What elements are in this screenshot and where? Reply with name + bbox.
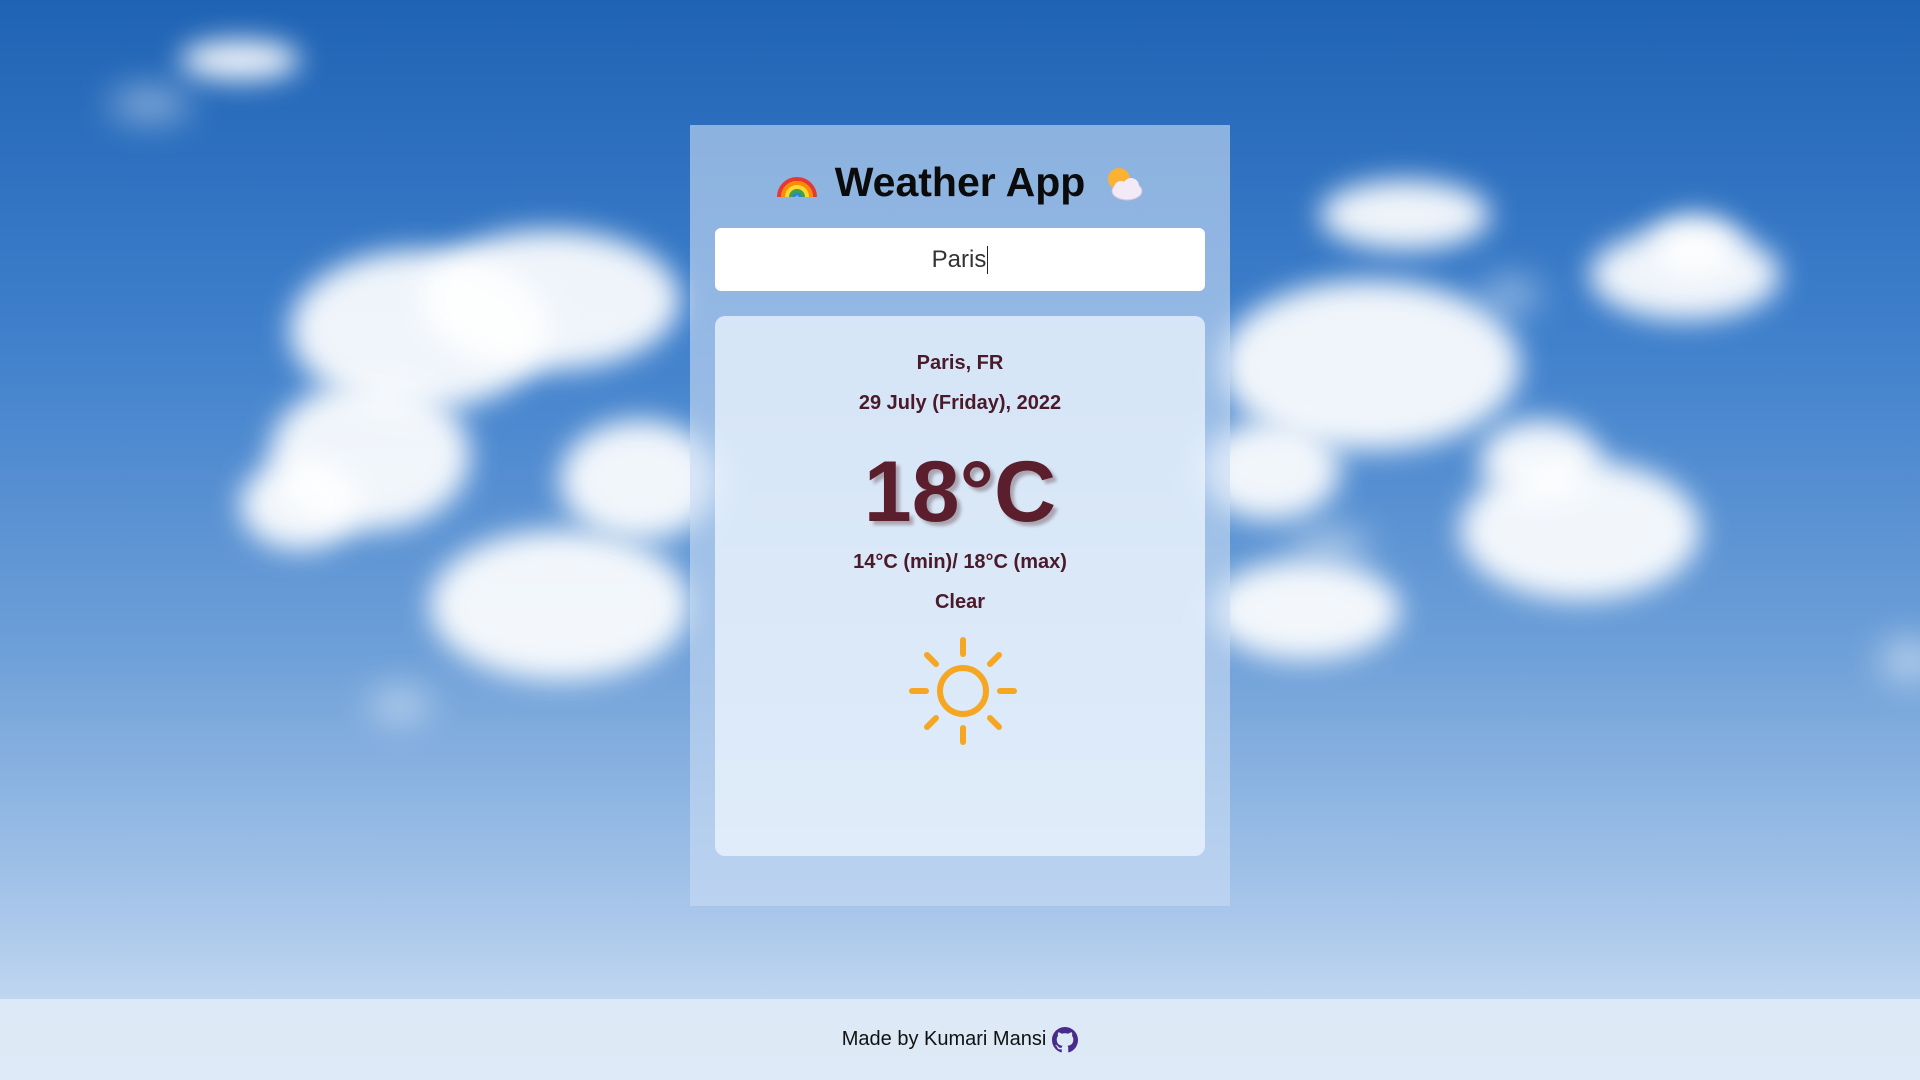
search-value: Paris — [931, 245, 987, 273]
location-label: Paris, FR — [916, 352, 1004, 374]
min-max-temperature: 14°C (min)/ 18°C (max) — [853, 551, 1067, 573]
footer: Made by Kumari Mansi — [0, 999, 1920, 1080]
github-icon[interactable] — [1052, 1026, 1079, 1053]
city-search-input[interactable]: Paris — [715, 228, 1205, 291]
footer-text: Made by Kumari Mansi — [841, 1028, 1047, 1050]
app-title-text: Weather App — [834, 159, 1086, 205]
weather-condition: Clear — [934, 591, 986, 613]
weather-info-panel: Paris, FR 29 July (Friday), 2022 18°C 14… — [715, 316, 1205, 856]
app-title: Weather App — [690, 159, 1230, 206]
weather-card: Weather App Paris Paris, FR 29 July (Fri… — [690, 125, 1230, 906]
temperature-value: 18°C — [863, 444, 1057, 540]
sun-icon — [909, 637, 1017, 745]
rainbow-icon — [776, 176, 817, 197]
text-caret — [987, 245, 989, 274]
sun-behind-cloud-icon — [1108, 167, 1143, 200]
date-label: 29 July (Friday), 2022 — [858, 392, 1062, 414]
